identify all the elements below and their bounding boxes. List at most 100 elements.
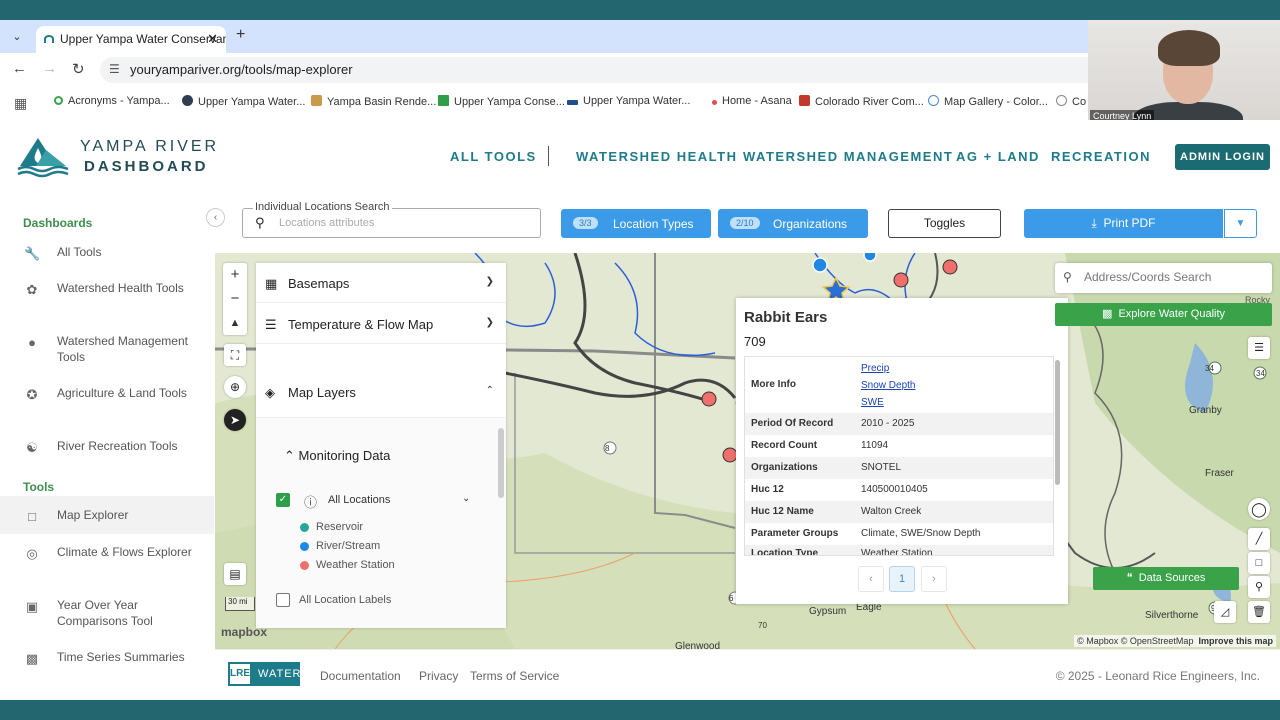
chart-icon: ▩ [1101,308,1113,320]
accordion-basemaps[interactable]: ▦ Basemaps ❯ [256,263,506,303]
yampa-logo-icon[interactable] [16,136,72,178]
locations-search-input[interactable]: Individual Locations Search ⚲ Locations … [242,201,541,238]
close-tab-icon[interactable]: ✕ [207,31,218,47]
logo-title-line1[interactable]: YAMPA RIVER [80,138,219,156]
swe-link[interactable]: SWE [861,397,884,408]
bookmark-item[interactable]: Co [1056,95,1086,108]
documentation-link[interactable]: Documentation [320,669,401,683]
zoom-out-button[interactable]: − [223,287,247,311]
chevron-up-icon: ⌃ [485,385,494,396]
apps-grid-icon[interactable]: ▦ [14,95,27,112]
map-attribution: © Mapbox © OpenStreetMap Improve this ma… [1074,635,1276,647]
trash-icon[interactable]: 🗑 [1248,601,1270,623]
geolocate-icon[interactable]: ⊕ [224,376,246,398]
nav-ag-land[interactable]: AG + LAND [956,149,1040,164]
zoom-in-button[interactable]: + [223,263,247,287]
location-types-button[interactable]: 3/3 Location Types [561,209,711,238]
tab-title: Upper Yampa Water Conservan [60,32,226,46]
draw-point-icon[interactable]: ⚲ [1248,576,1270,598]
map-road-label: 6 [729,594,734,603]
tab-search-chevron-icon[interactable]: ⌄ [8,28,26,46]
bookmark-item[interactable]: Upper Yampa Water... [182,95,305,108]
map-road-label: 34 [1205,364,1214,373]
address-bar[interactable]: ☰ youryampariver.org/tools/map-explorer [100,57,1088,83]
draw-circle-icon[interactable]: ◯ [1248,498,1270,520]
map-town-label: Gypsum [809,606,847,617]
wrench-icon: 🔧 [24,246,41,261]
bookmark-item[interactable]: Upper Yampa Conse... [438,95,565,108]
print-pdf-button[interactable]: ⤓ Print PDF [1024,209,1223,238]
monitoring-data-toggle[interactable]: ⌃ Monitoring Data [284,448,390,464]
bookmark-item[interactable]: Home - Asana [712,95,792,107]
nav-all-tools[interactable]: ALL TOOLS [450,149,537,164]
expand-locations-chevron-icon[interactable]: ⌄ [462,493,470,504]
new-tab-icon[interactable]: + [236,26,245,44]
panel-scrollbar[interactable] [498,428,504,498]
accordion-temperature-flow[interactable]: ☰ Temperature & Flow Map ❯ [256,304,506,344]
browser-chrome: ⌄ Upper Yampa Water Conservan ✕ + ← → ↻ … [0,20,1088,120]
admin-login-button[interactable]: ADMIN LOGIN [1175,144,1270,170]
forward-icon[interactable]: → [42,60,57,77]
back-icon[interactable]: ← [12,60,27,77]
toggles-button[interactable]: Toggles [888,209,1001,238]
logo-title-line2[interactable]: DASHBOARD [84,158,209,175]
measure-icon[interactable]: ◿ [1214,601,1236,623]
zoom-controls: + − ▲ [223,263,247,335]
collapse-sidebar-chevron-icon[interactable]: ‹ [206,208,225,227]
bookmark-item[interactable]: Map Gallery - Color... [928,95,1048,108]
table-row: Location Type Weather Station [745,545,1053,555]
organizations-button[interactable]: 2/10 Organizations [718,209,868,238]
nav-recreation[interactable]: RECREATION [1051,149,1151,164]
bookmark-item[interactable]: Colorado River Com... [799,95,924,108]
draw-polygon-icon[interactable]: □ [1248,552,1270,574]
draw-line-icon[interactable]: ╱ [1248,528,1270,550]
nav-watershed-health[interactable]: WATERSHED HEALTH [576,149,737,164]
popup-next-page-button[interactable]: › [921,566,947,592]
privacy-link[interactable]: Privacy [419,669,458,683]
map-road-label: 8 [605,444,610,453]
compass-reset-button[interactable]: ▲ [223,311,247,335]
nav-watershed-management[interactable]: WATERSHED MANAGEMENT [743,149,953,164]
popup-scrollbar[interactable] [1055,360,1060,485]
url-bar: ← → ↻ ☰ youryampariver.org/tools/map-exp… [0,53,1088,86]
map-icon: ▦ [265,276,278,291]
sidebar-heading-dashboards: Dashboards [23,216,93,230]
popup-attributes-table: More Info Precip Snow Depth SWE Period O… [744,356,1054,556]
fullscreen-icon[interactable]: ⛶ [224,344,246,366]
leaf-icon: ✿ [26,282,38,297]
legend-list-icon[interactable]: ☰ [1248,337,1270,359]
search-icon: ⚲ [1063,270,1072,284]
bookmark-item[interactable]: Upper Yampa Water... [567,95,690,107]
popup-prev-page-button[interactable]: ‹ [858,566,884,592]
all-locations-checkbox[interactable]: ✓ [276,493,290,507]
terms-of-service-link[interactable]: Terms of Service [470,669,559,683]
chevron-down-icon: ▼ [1235,218,1246,229]
explore-water-quality-button[interactable]: ▩ Explore Water Quality [1055,303,1272,326]
site-footer: LRE WATER Documentation Privacy Terms of… [215,649,1280,700]
site-info-icon[interactable]: ☰ [109,62,120,76]
info-icon[interactable]: ⓘ [304,492,317,511]
reload-icon[interactable]: ↻ [72,60,85,78]
bookmark-item[interactable]: Yampa Basin Rende... [311,95,436,108]
data-sources-button[interactable]: ❝ Data Sources [1093,567,1239,590]
precip-link[interactable]: Precip [861,363,889,374]
popup-page-current[interactable]: 1 [889,566,915,592]
ruler-icon[interactable]: ▤ [224,563,246,585]
legend-reservoir: Reservoir [300,521,363,533]
navigation-compass-icon[interactable]: ➤ [224,409,246,431]
print-options-dropdown[interactable]: ▼ [1224,209,1257,238]
accordion-map-layers[interactable]: ◈ Map Layers ⌃ [256,366,506,418]
address-search-input[interactable]: ⚲ Address/Coords Search [1055,263,1272,293]
download-icon: ⤓ [1091,216,1097,230]
improve-map-link[interactable]: Improve this map [1198,636,1273,646]
browser-tab[interactable]: Upper Yampa Water Conservan ✕ [36,26,226,53]
snow-depth-link[interactable]: Snow Depth [861,380,915,391]
site-header: YAMPA RIVER DASHBOARD ALL TOOLS WATERSHE… [0,120,1280,192]
popup-title: Rabbit Ears [744,309,828,326]
calendar-icon: ▣ [25,599,39,614]
bookmark-item[interactable]: Acronyms - Yampa... [54,95,170,107]
lre-water-logo[interactable]: LRE WATER [228,662,301,686]
sidebar: Dashboards 🔧 All Tools ✿ Watershed Healt… [0,192,214,700]
badge-icon: ✪ [26,387,38,402]
all-location-labels-checkbox[interactable] [276,593,290,607]
